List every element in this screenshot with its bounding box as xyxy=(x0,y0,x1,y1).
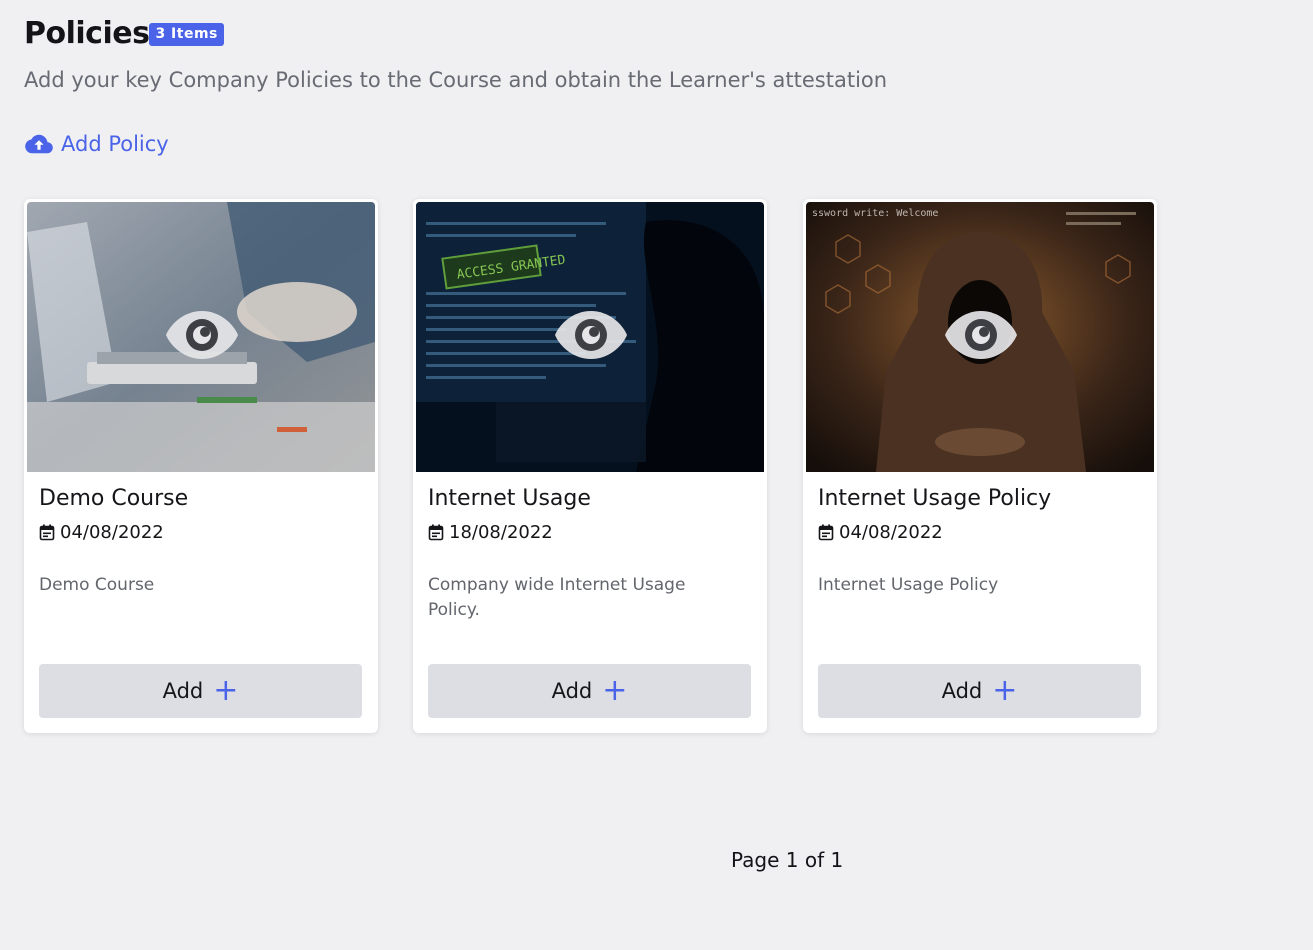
policy-date: 18/08/2022 xyxy=(428,522,553,543)
add-policy-to-course-button[interactable]: Add + xyxy=(428,664,751,718)
policy-date-text: 04/08/2022 xyxy=(839,522,943,543)
svg-text:ssword write: Welcome: ssword write: Welcome xyxy=(812,208,938,219)
policy-description: Company wide Internet Usage Policy. xyxy=(428,575,686,620)
add-policy-button[interactable]: Add Policy xyxy=(25,132,169,156)
add-button-label: Add xyxy=(551,679,593,703)
policy-card-demo-course: Demo Course 04/08/2022 Demo Course Add + xyxy=(24,199,378,733)
calendar-icon xyxy=(818,524,834,541)
add-policy-to-course-button[interactable]: Add + xyxy=(818,664,1141,718)
policy-card-internet-usage: ACCESS GRANTED Internet Usage 18/08/2022… xyxy=(413,199,767,733)
calendar-icon xyxy=(39,524,55,541)
plus-icon: + xyxy=(602,673,628,708)
calendar-icon xyxy=(428,524,444,541)
policy-date-text: 04/08/2022 xyxy=(60,522,164,543)
policy-description: Demo Course xyxy=(39,575,155,595)
eye-icon[interactable] xyxy=(944,307,1018,363)
add-policy-label: Add Policy xyxy=(61,132,169,156)
cloud-upload-icon xyxy=(25,134,53,154)
policy-title: Internet Usage xyxy=(428,486,591,511)
item-count-badge: 3 Items xyxy=(149,23,224,46)
policy-date: 04/08/2022 xyxy=(818,522,943,543)
add-button-label: Add xyxy=(162,679,204,703)
page-title: Policies xyxy=(24,16,150,51)
policy-thumbnail[interactable]: ssword write: Welcome xyxy=(806,202,1154,472)
policy-date-text: 18/08/2022 xyxy=(449,522,553,543)
policy-description: Internet Usage Policy xyxy=(818,575,999,595)
pagination-label: Page 1 of 1 xyxy=(731,848,844,872)
policy-card-internet-usage-policy: ssword write: Welcome Internet Usage Pol… xyxy=(803,199,1157,733)
add-button-label: Add xyxy=(941,679,983,703)
header: Policies 3 Items xyxy=(24,14,224,54)
policy-thumbnail[interactable] xyxy=(27,202,375,472)
plus-icon: + xyxy=(213,673,239,708)
page-subtitle: Add your key Company Policies to the Cou… xyxy=(24,68,888,92)
plus-icon: + xyxy=(992,673,1018,708)
policy-title: Internet Usage Policy xyxy=(818,486,1052,511)
policy-date: 04/08/2022 xyxy=(39,522,164,543)
eye-icon[interactable] xyxy=(165,307,239,363)
add-policy-to-course-button[interactable]: Add + xyxy=(39,664,362,718)
policy-thumbnail[interactable]: ACCESS GRANTED xyxy=(416,202,764,472)
policy-title: Demo Course xyxy=(39,486,189,511)
eye-icon[interactable] xyxy=(554,307,628,363)
